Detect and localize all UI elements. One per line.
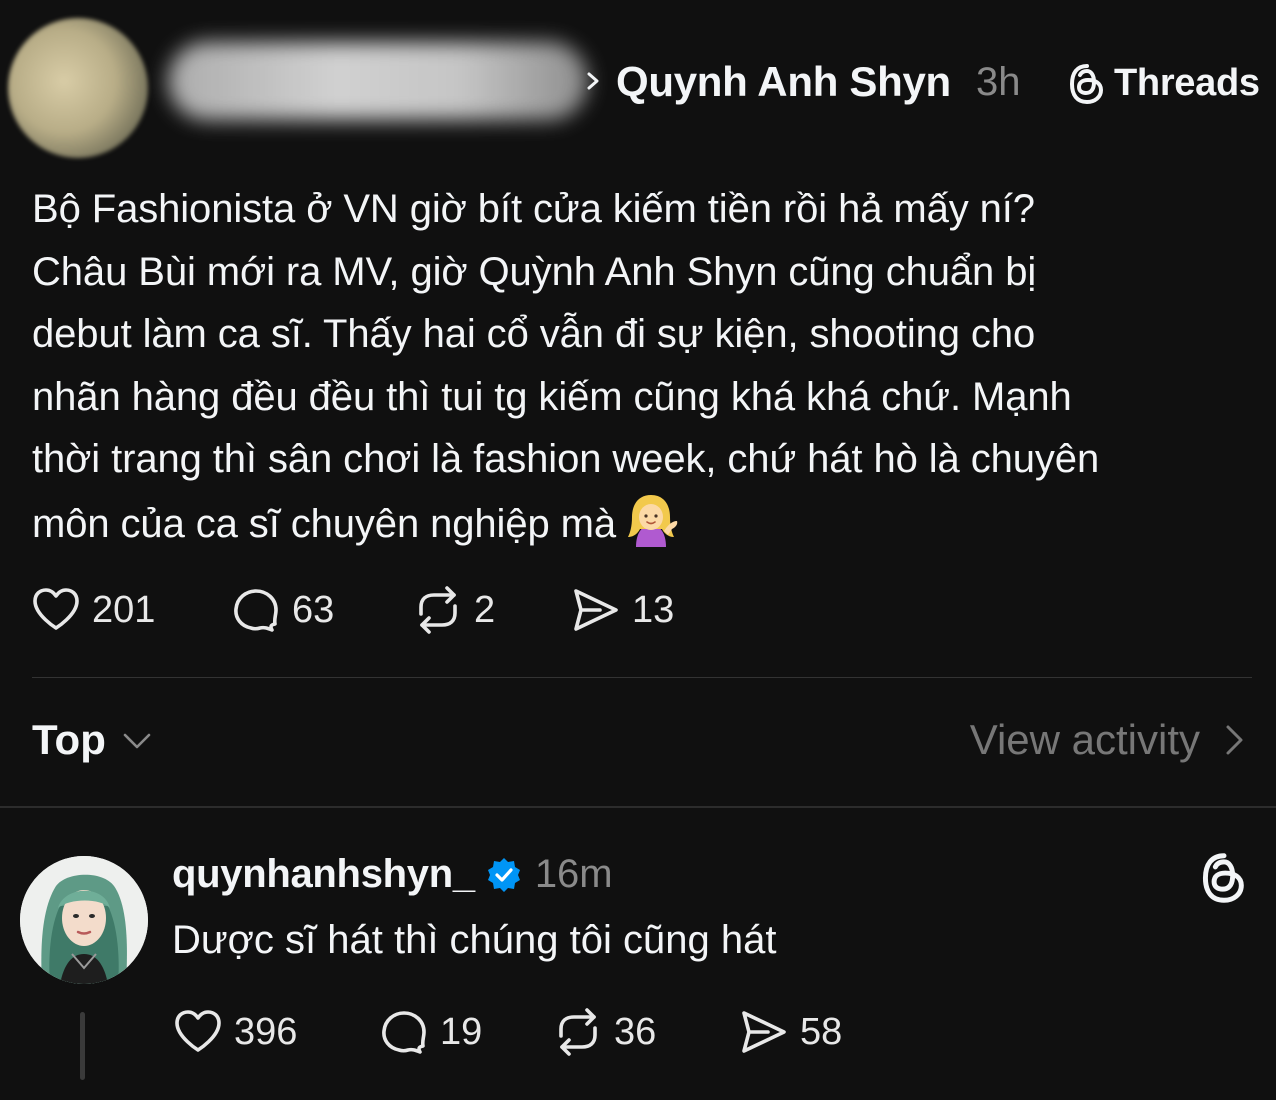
reply-count: 63 [292,588,335,631]
like-count: 201 [92,588,156,631]
chevron-right-icon [587,72,599,90]
repost-icon [419,586,457,634]
like-button[interactable]: 201 [30,584,155,636]
share-button[interactable]: 13 [570,584,674,636]
reply-repost-button[interactable]: 36 [552,1006,656,1058]
threads-logo-icon[interactable] [1200,852,1248,904]
reply-reply-count: 19 [440,1010,483,1053]
view-activity-label: View activity [969,716,1200,763]
post-line-2: Châu Bùi mới ra MV, giờ Quỳnh Anh Shyn c… [32,249,1037,294]
share-count: 13 [632,588,675,631]
verified-badge-icon [487,857,520,892]
reply-like-count: 396 [234,1010,298,1053]
reply-share-button[interactable]: 58 [738,1006,842,1058]
reply-timestamp: 16m [534,852,613,896]
reply-action-bar: 396 19 36 58 [172,1006,872,1058]
reply-text: Dược sĩ hát thì chúng tôi cũng hát [172,918,777,962]
post-author-name[interactable]: Quynh Anh Shyn [616,58,951,106]
reply-header: quynhanhshyn_ 16m [172,852,613,897]
chevron-right-icon [1226,725,1243,755]
post-line-4: nhãn hàng đều đều thì tui tg kiếm cũng k… [32,374,1072,419]
speech-bubble-icon [234,589,278,632]
post-line-6-text: môn của ca sĩ chuyên nghiệp mà [32,501,617,546]
post-line-6: môn của ca sĩ chuyên nghiệp mà [32,491,1252,556]
post-line-3: debut làm ca sĩ. Thấy hai cổ vẫn đi sự k… [32,312,1036,356]
sort-label: Top [32,716,106,763]
speech-bubble-icon [382,1011,426,1054]
author-avatar-blurred[interactable] [8,18,148,158]
sort-dropdown[interactable]: Top [32,716,154,764]
send-icon [574,589,618,631]
repost-button[interactable]: 2 [412,584,495,636]
repost-count: 2 [474,588,496,631]
threads-brand-label: Threads [1114,62,1260,104]
threads-logo-icon [1069,63,1104,104]
reply-button[interactable]: 63 [230,584,334,636]
woman-tipping-hand-emoji-icon [628,494,678,547]
section-divider [0,806,1276,808]
post-body: Bộ Fashionista ở VN giờ bít cửa kiếm tiề… [32,178,1252,555]
reply-like-button[interactable]: 396 [172,1006,297,1058]
threads-brand-link[interactable]: Threads [1068,62,1260,105]
chevron-down-icon [123,733,151,749]
divider [32,677,1252,678]
heart-icon [175,1010,221,1052]
reply-repost-count: 36 [614,1010,657,1053]
post-action-bar: 201 63 2 13 [30,584,730,636]
avatar-portrait-icon [20,856,148,984]
post-timestamp: 3h [976,60,1021,104]
reply-username[interactable]: quynhanhshyn_ [172,852,475,897]
thread-connector-line [80,1012,85,1080]
redacted-username [168,42,588,120]
view-activity-link[interactable]: View activity [970,716,1248,764]
reply-share-count: 58 [800,1010,843,1053]
reply-reply-button[interactable]: 19 [378,1006,482,1058]
repost-icon [559,1008,597,1056]
post-line-1: Bộ Fashionista ở VN giờ bít cửa kiếm tiề… [32,187,1035,231]
reply-avatar[interactable] [20,856,148,984]
send-icon [742,1011,786,1053]
post-line-5: thời trang thì sân chơi là fashion week,… [32,437,1100,481]
post-header: Quynh Anh Shyn 3h Threads [0,0,1276,170]
heart-icon [33,588,79,630]
